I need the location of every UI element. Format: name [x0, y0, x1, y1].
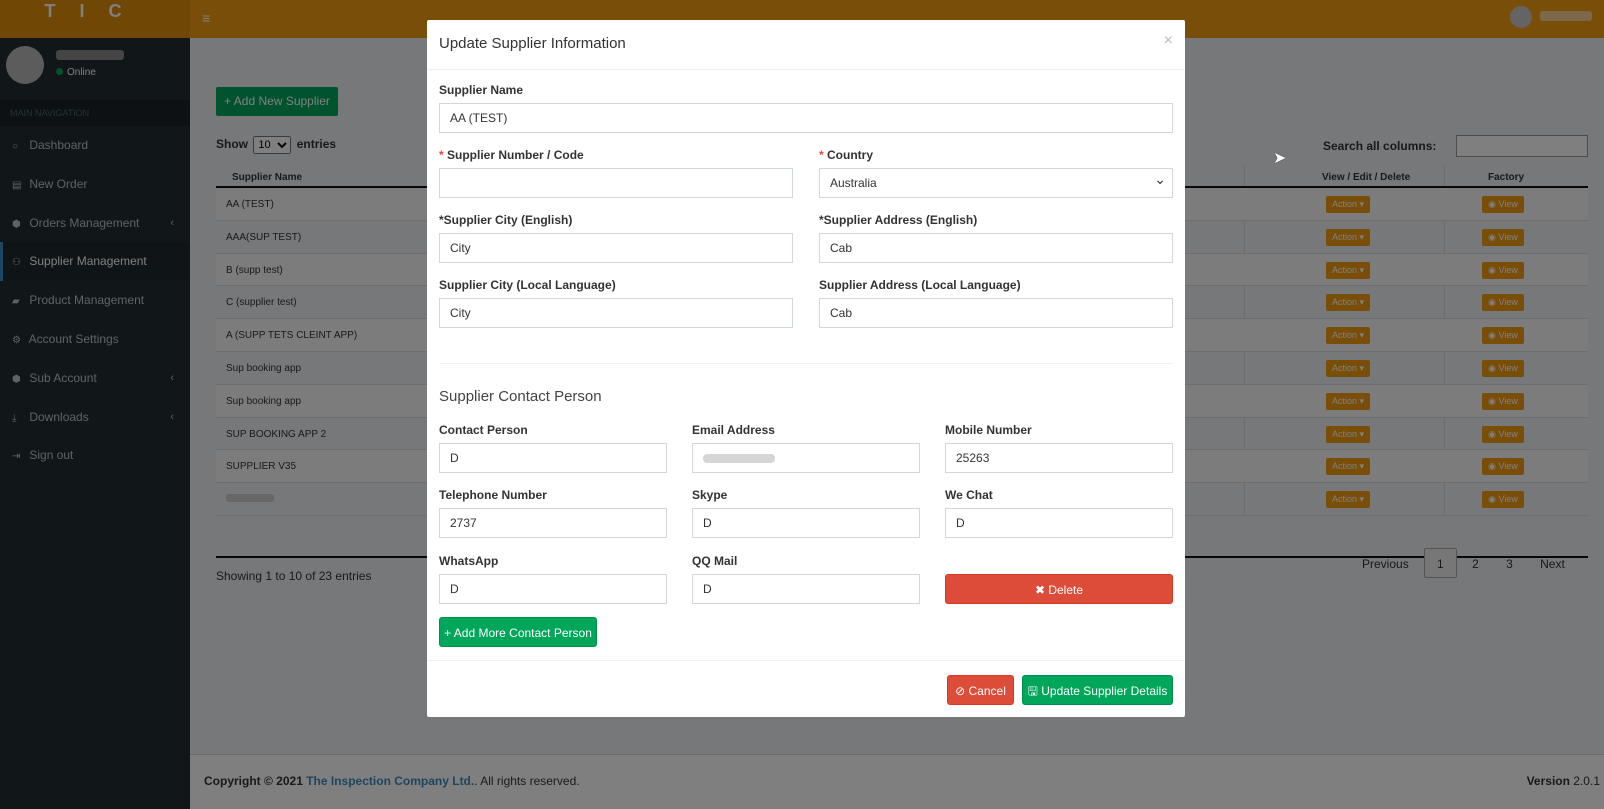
delete-contact-button[interactable]: ✖ Delete	[945, 574, 1173, 604]
supplier-number-label: * Supplier Number / Code	[439, 148, 584, 162]
telephone-label: Telephone Number	[439, 488, 547, 502]
skype-input[interactable]: D	[692, 508, 920, 538]
wechat-input[interactable]: D	[945, 508, 1173, 538]
whatsapp-label: WhatsApp	[439, 554, 499, 568]
mobile-label: Mobile Number	[945, 423, 1032, 437]
redacted-text	[703, 454, 775, 464]
qq-mail-input[interactable]: D	[692, 574, 920, 604]
qq-mail-label: QQ Mail	[692, 554, 738, 568]
save-icon: 🖫	[1027, 684, 1038, 698]
address-local-label: Supplier Address (Local Language)	[819, 278, 1021, 292]
email-label: Email Address	[692, 423, 775, 437]
wechat-label: We Chat	[945, 488, 993, 502]
city-english-label: *Supplier City (English)	[439, 213, 573, 227]
supplier-name-input[interactable]: AA (TEST)	[439, 103, 1173, 133]
mouse-cursor-icon: ➤	[1273, 150, 1287, 167]
address-local-input[interactable]: Cab	[819, 298, 1173, 328]
address-english-input[interactable]: Cab	[819, 233, 1173, 263]
supplier-name-label: Supplier Name	[439, 83, 524, 97]
country-select[interactable]: Australia	[819, 165, 1173, 198]
mobile-input[interactable]: 25263	[945, 443, 1173, 473]
modal-footer-divider	[427, 660, 1185, 661]
supplier-number-input[interactable]	[439, 168, 793, 198]
divider	[439, 363, 1173, 364]
address-english-label: *Supplier Address (English)	[819, 213, 978, 227]
add-contact-person-button[interactable]: + Add More Contact Person	[439, 617, 597, 647]
city-english-input[interactable]: City	[439, 233, 793, 263]
email-field[interactable]	[692, 443, 920, 473]
cancel-button[interactable]: ⊘ Cancel	[947, 675, 1014, 705]
country-label: * Country	[819, 148, 874, 162]
contact-section-title: Supplier Contact Person	[439, 388, 602, 405]
update-supplier-modal: Update Supplier Information × Supplier N…	[427, 20, 1185, 717]
skype-label: Skype	[692, 488, 728, 502]
contact-person-input[interactable]: D	[439, 443, 667, 473]
modal-header: Update Supplier Information ×	[427, 20, 1185, 70]
city-local-input[interactable]: City	[439, 298, 793, 328]
contact-person-label: Contact Person	[439, 423, 528, 437]
whatsapp-input[interactable]: D	[439, 574, 667, 604]
telephone-input[interactable]: 2737	[439, 508, 667, 538]
update-supplier-button[interactable]: 🖫 Update Supplier Details	[1022, 675, 1173, 705]
modal-title: Update Supplier Information	[439, 35, 626, 52]
close-icon[interactable]: ×	[1164, 32, 1173, 50]
city-local-label: Supplier City (Local Language)	[439, 278, 616, 292]
